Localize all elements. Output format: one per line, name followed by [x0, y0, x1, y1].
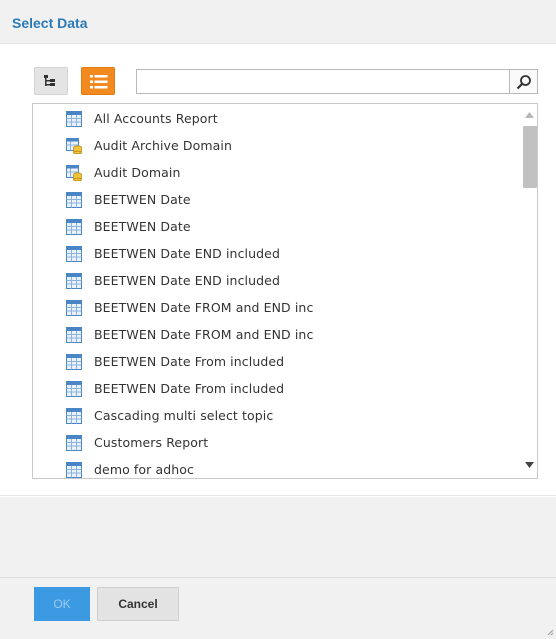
list-item[interactable]: BEETWEN Date FROM and END inc: [33, 321, 519, 348]
scroll-down-arrow-icon[interactable]: [525, 462, 534, 468]
list-item[interactable]: BEETWEN Date From included: [33, 375, 519, 402]
footer-divider: [0, 577, 556, 578]
list-item[interactable]: Customers Report: [33, 429, 519, 456]
list-item[interactable]: BEETWEN Date: [33, 186, 519, 213]
list-item[interactable]: BEETWEN Date: [33, 213, 519, 240]
ok-button[interactable]: OK: [34, 587, 90, 621]
data-source-list[interactable]: All Accounts Report Audit Archive Domain A…: [32, 103, 538, 479]
search-input[interactable]: [136, 69, 510, 94]
list-item-label: BEETWEN Date: [94, 219, 191, 234]
report-icon: [66, 462, 82, 478]
report-icon: [66, 273, 82, 289]
domain-icon: [66, 138, 82, 155]
report-icon: [66, 111, 82, 127]
scrollbar-thumb[interactable]: [523, 126, 537, 188]
list-item[interactable]: BEETWEN Date END included: [33, 240, 519, 267]
vertical-scrollbar[interactable]: [521, 104, 537, 478]
list-item[interactable]: demo for adhoc: [33, 456, 519, 478]
report-icon: [66, 327, 82, 343]
report-icon: [66, 354, 82, 370]
list-item[interactable]: BEETWEN Date FROM and END inc: [33, 294, 519, 321]
list-item[interactable]: Audit Archive Domain: [33, 132, 519, 159]
list-item[interactable]: Audit Domain: [33, 159, 519, 186]
list-item-label: demo for adhoc: [94, 462, 195, 477]
search-icon: [516, 75, 531, 90]
list-item-label: Cascading multi select topic: [94, 408, 274, 423]
select-data-dialog: Select Data All Accounts Report Audit Ar…: [0, 0, 556, 639]
list-item-label: Customers Report: [94, 435, 209, 450]
list-item[interactable]: BEETWEN Date From included: [33, 348, 519, 375]
list-item-label: BEETWEN Date: [94, 192, 191, 207]
domain-icon: [66, 165, 82, 182]
tree-view-icon: [44, 75, 55, 86]
report-icon: [66, 246, 82, 262]
search-button[interactable]: [509, 69, 538, 94]
dialog-header: Select Data: [0, 0, 556, 44]
resize-grip-icon[interactable]: [546, 628, 554, 636]
list-item-label: Audit Archive Domain: [94, 138, 233, 153]
report-icon: [66, 219, 82, 235]
list-item-label: BEETWEN Date From included: [94, 354, 285, 369]
list-item-label: BEETWEN Date FROM and END inc: [94, 300, 314, 315]
cancel-button[interactable]: Cancel: [97, 587, 179, 621]
list-item-label: BEETWEN Date END included: [94, 246, 281, 261]
report-icon: [66, 300, 82, 316]
report-icon: [66, 381, 82, 397]
dialog-footer: OK Cancel: [0, 497, 556, 639]
list-item[interactable]: Cascading multi select topic: [33, 402, 519, 429]
report-icon: [66, 435, 82, 451]
list-item-label: BEETWEN Date FROM and END inc: [94, 327, 314, 342]
list-item-label: BEETWEN Date END included: [94, 273, 281, 288]
list-item-label: Audit Domain: [94, 165, 181, 180]
list-view-button[interactable]: [81, 67, 115, 95]
list-item[interactable]: BEETWEN Date END included: [33, 267, 519, 294]
scroll-up-arrow-icon[interactable]: [525, 112, 534, 118]
report-icon: [66, 408, 82, 424]
tree-view-button[interactable]: [34, 67, 68, 95]
list-item[interactable]: All Accounts Report: [33, 105, 519, 132]
dialog-title: Select Data: [12, 15, 88, 31]
list-item-label: All Accounts Report: [94, 111, 218, 126]
report-icon: [66, 192, 82, 208]
list-view-icon: [90, 75, 108, 89]
list-item-label: BEETWEN Date From included: [94, 381, 285, 396]
